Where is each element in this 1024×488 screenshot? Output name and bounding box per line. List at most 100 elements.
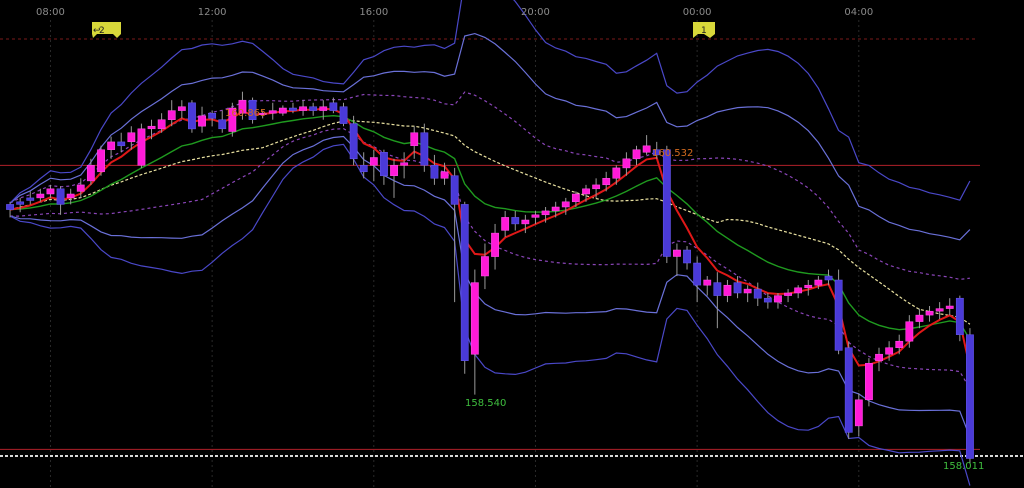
candle-up [501, 217, 510, 231]
candle-down [763, 297, 772, 303]
candle-up [723, 284, 732, 296]
candle-up [481, 256, 489, 277]
candle-up [157, 119, 166, 130]
x-tick-label: 16:00 [359, 7, 388, 18]
candle-up [774, 295, 782, 303]
candle-up [97, 149, 105, 173]
high2-annotation: 160.532 [652, 148, 693, 159]
candle-up [177, 106, 186, 111]
candle-up [925, 310, 934, 316]
candle-up [784, 292, 792, 296]
candle-down [309, 106, 318, 111]
candle-down [188, 102, 196, 130]
candle-down [955, 297, 964, 335]
candle-down [824, 275, 833, 281]
candlestick-chart: 08:00 12:00 16:00 20:00 00:00 04:00 2 ↩ 1 160… [0, 0, 1024, 488]
badge-1-label: 1 [701, 26, 707, 36]
candle-down [6, 204, 14, 210]
high-annotation: 160.865 [225, 108, 266, 119]
candle-down [218, 119, 227, 130]
low2-annotation: 158.011 [943, 461, 984, 472]
candle-up [703, 279, 712, 286]
candle-up [369, 157, 378, 166]
candle-down [844, 347, 853, 433]
candle-down [683, 249, 691, 264]
badge-2-back-icon: ↩ [93, 26, 101, 36]
candle-down [380, 152, 388, 177]
candle-down [420, 132, 429, 166]
candle-down [359, 165, 368, 173]
candle-down [16, 201, 25, 205]
candle-up [582, 188, 590, 195]
candle-down [56, 188, 65, 205]
candle-up [561, 201, 570, 208]
candle-down [450, 175, 459, 205]
candle-up [804, 284, 813, 289]
candle-up [854, 399, 863, 427]
candle-up [814, 279, 823, 286]
candle-up [875, 353, 883, 361]
candle-down [329, 102, 338, 111]
candle-up [571, 193, 580, 203]
candle-down [349, 123, 358, 160]
candle-down [511, 217, 520, 225]
candle-up [137, 128, 146, 166]
candle-up [491, 232, 499, 257]
candle-up [66, 193, 75, 199]
candle-up [127, 132, 136, 143]
candle-up [905, 321, 914, 342]
candle-down [753, 288, 762, 299]
candle-down [460, 204, 469, 361]
candle-up [602, 178, 611, 186]
candle-up [319, 106, 328, 111]
candle-up [86, 165, 95, 182]
candle-up [743, 288, 752, 294]
candle-up [895, 340, 904, 348]
candle-up [531, 214, 540, 218]
candle-up [945, 305, 954, 309]
candle-up [470, 282, 479, 355]
candle-up [400, 162, 409, 166]
candle-up [440, 171, 449, 179]
candle-up [107, 141, 116, 150]
candle-up [76, 184, 85, 192]
candle-down [834, 279, 843, 351]
candle-down [208, 112, 217, 119]
candle-up [551, 206, 560, 212]
candle-up [167, 110, 176, 120]
candle-down [289, 107, 297, 111]
candle-down [26, 197, 35, 201]
candle-up [592, 184, 601, 190]
candle-up [198, 115, 206, 127]
candle-up [612, 167, 621, 179]
candle-up [147, 125, 156, 130]
candle-down [662, 149, 671, 257]
candle-up [794, 287, 803, 294]
candle-up [410, 132, 419, 146]
candle-up [278, 107, 287, 114]
candle-down [693, 262, 702, 286]
candle-up [36, 193, 45, 199]
candle-up [673, 249, 681, 257]
candle-down [430, 165, 439, 179]
candle-up [865, 363, 873, 401]
candle-up [541, 210, 550, 216]
candle-down [733, 282, 742, 294]
candle-up [622, 158, 631, 169]
candle-up [935, 308, 944, 312]
x-tick-label: 20:00 [521, 7, 550, 18]
x-tick-label: 00:00 [683, 7, 712, 18]
candle-down [713, 282, 722, 296]
low-annotation: 158.540 [465, 398, 506, 409]
candle-up [632, 149, 641, 160]
x-tick-label: 08:00 [36, 7, 65, 18]
x-tick-label: 12:00 [198, 7, 227, 18]
candle-up [885, 347, 894, 355]
candle-up [642, 145, 651, 153]
candle-up [299, 106, 307, 111]
candle-up [521, 219, 530, 225]
candle-down [966, 334, 974, 459]
candle-up [268, 110, 277, 114]
candle-down [339, 106, 348, 124]
candle-up [915, 314, 924, 322]
